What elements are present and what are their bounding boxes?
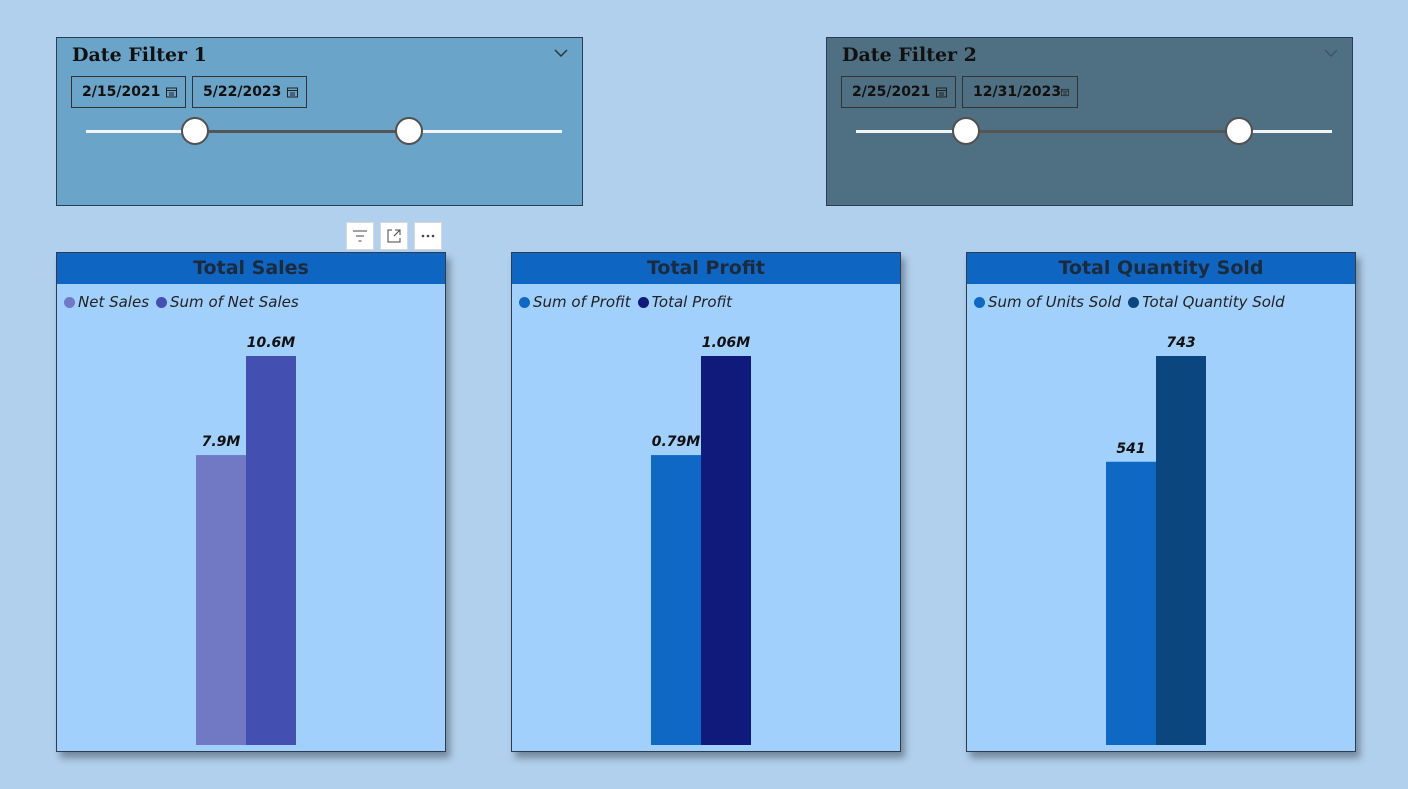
data-label: 743 xyxy=(1166,335,1195,351)
end-date-handle[interactable] xyxy=(394,117,423,145)
chevron-down-icon[interactable] xyxy=(554,46,568,60)
bar[interactable] xyxy=(1156,356,1206,745)
data-label: 10.6M xyxy=(247,335,296,351)
visual-header-toolbar xyxy=(346,222,442,250)
end-date-value: 12/31/2023 xyxy=(973,84,1062,100)
start-date-handle[interactable] xyxy=(181,117,210,145)
start-date-input[interactable]: 2/25/2021 xyxy=(841,76,956,108)
end-date-value: 5/22/2023 xyxy=(203,84,282,100)
start-date-handle[interactable] xyxy=(952,117,981,145)
date-filter-2-title: Date Filter 2 xyxy=(842,44,977,66)
total-profit-card[interactable]: Total Profit Sum of Profit Total Profit … xyxy=(511,252,901,752)
more-options-icon xyxy=(421,234,435,238)
bar-plot: 7.9M 10.6M xyxy=(196,335,296,745)
bar-plot: 541 743 xyxy=(1106,335,1206,745)
date-range-selected xyxy=(195,130,409,133)
calendar-icon[interactable] xyxy=(166,87,177,98)
data-label: 1.06M xyxy=(702,335,751,351)
focus-mode-icon xyxy=(387,229,401,243)
calendar-icon[interactable] xyxy=(287,87,298,98)
date-filter-2: Date Filter 2 2/25/2021 12/31/2023 xyxy=(826,37,1353,206)
start-date-input[interactable]: 2/15/2021 xyxy=(71,76,186,108)
bar[interactable] xyxy=(1106,461,1156,745)
filter-button[interactable] xyxy=(346,222,374,250)
bar-plot: 0.79M 1.06M xyxy=(651,335,751,745)
more-options-button[interactable] xyxy=(414,222,442,250)
start-date-value: 2/25/2021 xyxy=(852,84,931,100)
date-filter-1-title: Date Filter 1 xyxy=(72,44,207,66)
bar[interactable] xyxy=(196,455,246,745)
end-date-input[interactable]: 12/31/2023 xyxy=(962,76,1078,108)
data-label: 0.79M xyxy=(652,434,701,450)
data-label: 541 xyxy=(1116,441,1145,457)
filter-icon xyxy=(353,230,367,242)
chevron-down-icon[interactable] xyxy=(1324,46,1338,60)
bar[interactable] xyxy=(651,455,701,745)
date-filter-1: Date Filter 1 2/15/2021 5/22/2023 xyxy=(56,37,583,206)
bar[interactable] xyxy=(701,356,751,745)
calendar-icon[interactable] xyxy=(936,87,947,98)
total-sales-card[interactable]: Total Sales Net Sales Sum of Net Sales 7… xyxy=(56,252,446,752)
end-date-input[interactable]: 5/22/2023 xyxy=(192,76,307,108)
focus-mode-button[interactable] xyxy=(380,222,408,250)
calendar-icon[interactable] xyxy=(1061,87,1069,98)
total-quantity-sold-card[interactable]: Total Quantity Sold Sum of Units Sold To… xyxy=(966,252,1356,752)
data-label: 7.9M xyxy=(202,434,241,450)
bar[interactable] xyxy=(246,356,296,745)
date-range-selected xyxy=(966,130,1239,133)
start-date-value: 2/15/2021 xyxy=(82,84,161,100)
end-date-handle[interactable] xyxy=(1224,117,1253,145)
